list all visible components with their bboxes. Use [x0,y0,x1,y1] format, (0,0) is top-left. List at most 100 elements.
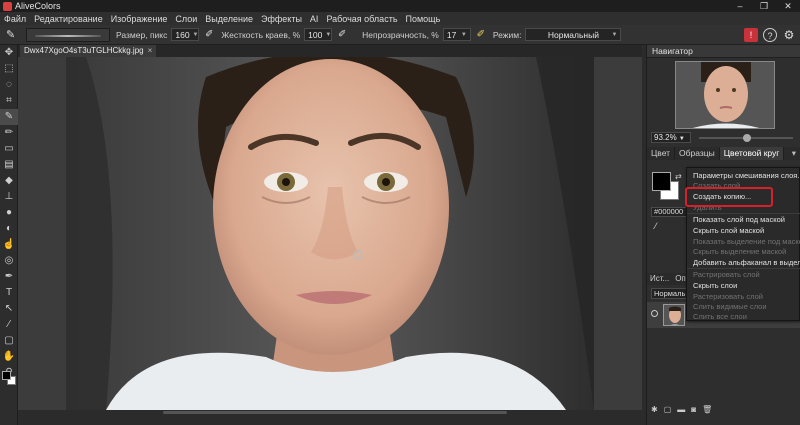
size-field[interactable]: 160 ▼ [171,28,200,41]
zoom-level-field[interactable]: 93.2% ▼ [651,132,691,143]
eyedropper-icon[interactable]: ⁄ [655,221,657,231]
menu-layers[interactable]: Слои [175,14,197,24]
canvas-area[interactable] [18,57,642,410]
scrollbar-thumb[interactable] [163,411,507,414]
window-controls: – ❐ ✕ [728,0,800,12]
title-bar: AliveColors – ❐ ✕ [0,0,800,12]
navigator-preview[interactable] [675,61,775,129]
pressure-size-icon[interactable]: ✐ [203,29,215,41]
menu-bar: Файл Редактирование Изображение Слои Выд… [0,12,800,25]
menu-item-alpha-to-selection[interactable]: Добавить альфаканал в выделение [693,258,800,267]
help-icon[interactable]: ? [763,28,777,42]
settings-gear-icon[interactable]: ⚙ [782,28,796,42]
horizontal-scrollbar[interactable] [18,410,642,425]
menu-item-hide-layers[interactable]: Скрыть слои [693,281,737,290]
menu-file[interactable]: Файл [4,14,26,24]
tab-swatches[interactable]: Образцы [675,147,720,160]
app-title: AliveColors [15,1,61,11]
sponge-icon[interactable]: ◎ [0,253,18,269]
menu-edit[interactable]: Редактирование [34,14,103,24]
menu-effects[interactable]: Эффекты [261,14,302,24]
crop-icon[interactable]: ⌗ [0,93,18,109]
hand-icon[interactable]: ✋ [0,349,18,365]
folder-icon[interactable]: ▬ [677,405,685,414]
chevron-down-icon: ▼ [192,31,199,38]
menu-item-hide-selection[interactable]: Скрыть выделение маской [693,247,786,256]
delete-icon[interactable]: 🗑 [702,405,712,414]
chevron-down-icon: ▼ [460,31,467,38]
path-select-icon[interactable]: ↖ [0,301,18,317]
smudge-icon[interactable]: ☝ [0,237,18,253]
eyedropper-icon[interactable]: ⁄ [0,317,18,333]
move-tool-icon[interactable]: ✥ [0,45,18,61]
portrait-photo[interactable] [66,57,594,410]
color-swatches[interactable] [2,371,16,385]
chevron-down-icon: ▼ [611,31,618,38]
menu-separator [687,213,800,214]
menu-item-reveal-selection[interactable]: Показать выделение под маской [693,237,800,246]
chevron-down-icon[interactable]: ▾ [792,147,800,160]
mode-select[interactable]: Нормальный ▼ [525,28,622,41]
close-window-button[interactable]: ✕ [776,0,800,12]
menu-ai[interactable]: AI [310,14,319,24]
brush-icon[interactable]: ✎ [6,29,18,41]
pressure-opacity-icon[interactable]: ✐ [475,29,487,41]
menu-item-reveal-under-mask[interactable]: Показать слой под маской [693,215,785,224]
zoom-slider-handle[interactable] [743,134,751,142]
menu-item-merge-visible[interactable]: Слить видимые слои [693,302,767,311]
fill-icon[interactable]: ◆ [0,173,18,189]
chevron-down-icon: ▼ [325,31,332,38]
pen-icon[interactable]: ✒ [0,269,18,285]
opacity-label: Непрозрачность, % [362,29,439,40]
tab-color-wheel[interactable]: Цветовой круг [719,147,785,160]
hardness-field[interactable]: 100 ▼ [304,28,333,41]
foreground-color-swatch[interactable] [2,371,11,380]
new-layer-icon[interactable]: ▢ [664,405,672,414]
stamp-icon[interactable]: ⊥ [0,189,18,205]
layer-visibility-icon[interactable] [651,310,658,317]
menu-item-blending-options[interactable]: Параметры смешивания слоя... [693,171,800,180]
menu-item-rasterize[interactable]: Растрировать слой [693,270,760,279]
layer-thumbnail [663,304,685,326]
menu-workspace[interactable]: Рабочая область [326,14,397,24]
tab-color[interactable]: Цвет [647,147,676,160]
menu-image[interactable]: Изображение [111,14,168,24]
mask-icon[interactable]: ◙ [691,405,696,414]
brush-tool-icon[interactable]: ✎ [0,109,18,125]
hex-color-field[interactable]: #000000 [651,207,687,217]
menu-separator [687,268,800,269]
eraser-icon[interactable]: ▭ [0,141,18,157]
document-tab[interactable]: Dwx47XgoO4sT3uTGLHCkkg.jpg × [20,45,157,57]
layer-thumbnail-image [664,305,684,325]
maximize-button[interactable]: ❐ [752,0,776,12]
document-tab-label: Dwx47XgoO4sT3uTGLHCkkg.jpg [24,46,144,55]
menu-item-rasterize-layer[interactable]: Растеризовать слой [693,292,763,301]
pressure-hardness-icon[interactable]: ✐ [336,29,348,41]
layer-effects-icon[interactable]: ✱ [651,405,658,414]
text-icon[interactable]: T [0,285,18,301]
options-bar: ✎ Размер, пикс 160 ▼ ✐ Жесткость краев, %… [0,25,800,45]
blur-icon[interactable]: ● [0,205,18,221]
pencil-icon[interactable]: ✏ [0,125,18,141]
gradient-icon[interactable]: ▤ [0,157,18,173]
minimize-button[interactable]: – [728,0,752,12]
tab-history[interactable]: Ист... [647,273,672,285]
menu-item-hide-with-mask[interactable]: Скрыть слой маской [693,226,764,235]
opacity-field[interactable]: 17 ▼ [442,28,471,41]
menu-select[interactable]: Выделение [205,14,253,24]
header-actions: ! ? ⚙ [739,28,796,42]
menu-item-flatten[interactable]: Слить все слои [693,312,747,321]
swap-colors-icon[interactable]: ⇄ [675,172,682,181]
zoom-slider[interactable] [699,134,793,142]
menu-help[interactable]: Помощь [406,14,441,24]
portrait-image [66,57,594,410]
hardness-label: Жесткость краев, % [221,29,301,40]
notification-icon[interactable]: ! [744,28,758,42]
shape-icon[interactable]: ▢ [0,333,18,349]
panel-foreground-color[interactable] [652,172,671,191]
lasso-icon[interactable]: ◌ [0,77,18,93]
marquee-icon[interactable]: ⬚ [0,61,18,77]
close-tab-icon[interactable]: × [148,46,153,55]
brush-preset-preview[interactable] [26,27,110,42]
dodge-icon[interactable]: ◐ [0,221,18,237]
